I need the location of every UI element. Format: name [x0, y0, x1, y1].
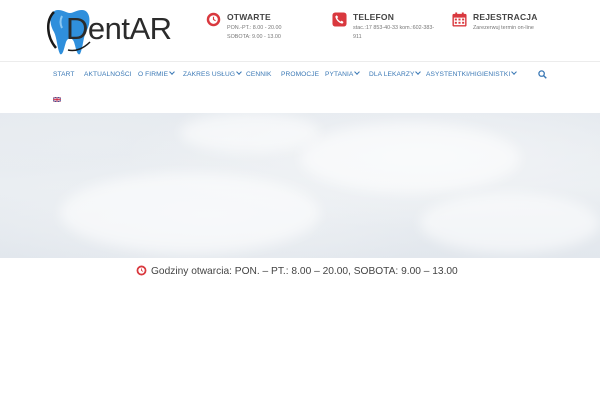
chevron-down-icon	[354, 69, 361, 75]
opening-hours-bar: Godziny otwarcia: PON. – PT.: 8.00 – 20.…	[0, 265, 600, 281]
nav-item-pytania[interactable]: PYTANIA	[325, 69, 361, 78]
chevron-down-icon	[169, 69, 175, 75]
cloud-shape	[60, 173, 320, 253]
cloud-shape	[420, 193, 600, 253]
phone-numbers-cont[interactable]: 911	[353, 34, 362, 40]
clock-icon	[136, 265, 147, 276]
nav-label: CENNIK	[246, 71, 272, 78]
registration-subtitle[interactable]: Zarezerwuj termin on-line	[473, 25, 534, 31]
nav-label: AKTUALNOŚCI	[84, 71, 132, 78]
main-nav: START AKTUALNOŚCI O FIRMIE ZAKRES USŁUG …	[0, 61, 600, 88]
logo[interactable]: DentAR	[46, 4, 172, 56]
nav-label: START	[53, 71, 75, 78]
nav-item-aktualnosci[interactable]: AKTUALNOŚCI	[84, 71, 132, 78]
registration-block[interactable]: REJESTRACJA Zarezerwuj termin on-line	[452, 10, 572, 58]
nav-item-asystentki[interactable]: ASYSTENTKI/HIGIENISTKI	[426, 69, 518, 78]
phone-block: TELEFON stac.:17 853-40-33 kom.:602-383-…	[332, 10, 442, 58]
phone-title: TELEFON	[353, 12, 395, 22]
nav-label: ASYSTENTKI/HIGIENISTKI	[426, 71, 511, 78]
nav-label: O FIRMIE	[138, 71, 169, 78]
nav-item-cennik[interactable]: CENNIK	[246, 71, 272, 78]
registration-title[interactable]: REJESTRACJA	[473, 12, 538, 22]
opening-hours-weekdays: PON.-PT.: 8.00 - 20.00	[227, 25, 282, 31]
search-icon[interactable]	[538, 70, 547, 79]
phone-icon	[332, 12, 347, 27]
cloud-shape	[300, 123, 520, 193]
calendar-icon	[452, 12, 467, 27]
opening-hours-title: OTWARTE	[227, 12, 271, 22]
opening-hours-saturday: SOBOTA: 9.00 - 13.00	[227, 34, 281, 40]
logo-text: DentAR	[66, 11, 172, 46]
nav-label: DLA LEKARZY	[369, 71, 415, 78]
nav-item-promocje[interactable]: PROMOCJE	[281, 71, 319, 78]
nav-item-dla-lekarzy[interactable]: DLA LEKARZY	[369, 69, 422, 78]
opening-hours-block: OTWARTE PON.-PT.: 8.00 - 20.00 SOBOTA: 9…	[206, 10, 316, 58]
cloud-shape	[180, 113, 320, 153]
chevron-down-icon	[511, 69, 518, 75]
clock-icon	[206, 12, 221, 27]
chevron-down-icon	[236, 69, 242, 75]
nav-item-zakres-uslug[interactable]: ZAKRES USŁUG	[183, 69, 242, 78]
header-bar: DentAR OTWARTE PON.-PT.: 8.00 - 20.00 SO…	[0, 0, 600, 61]
hero-banner	[0, 113, 600, 258]
nav-label: ZAKRES USŁUG	[183, 71, 236, 78]
phone-numbers[interactable]: stac.:17 853-40-33 kom.:602-383-	[353, 25, 434, 31]
chevron-down-icon	[415, 69, 422, 75]
nav-item-start[interactable]: START	[53, 71, 75, 78]
opening-hours-text: Godziny otwarcia: PON. – PT.: 8.00 – 20.…	[151, 266, 458, 277]
nav-label: PYTANIA	[325, 71, 354, 78]
nav-label: PROMOCJE	[281, 71, 320, 78]
language-bar	[0, 88, 600, 113]
uk-flag-icon[interactable]	[53, 97, 61, 102]
nav-item-o-firmie[interactable]: O FIRMIE	[138, 69, 175, 78]
